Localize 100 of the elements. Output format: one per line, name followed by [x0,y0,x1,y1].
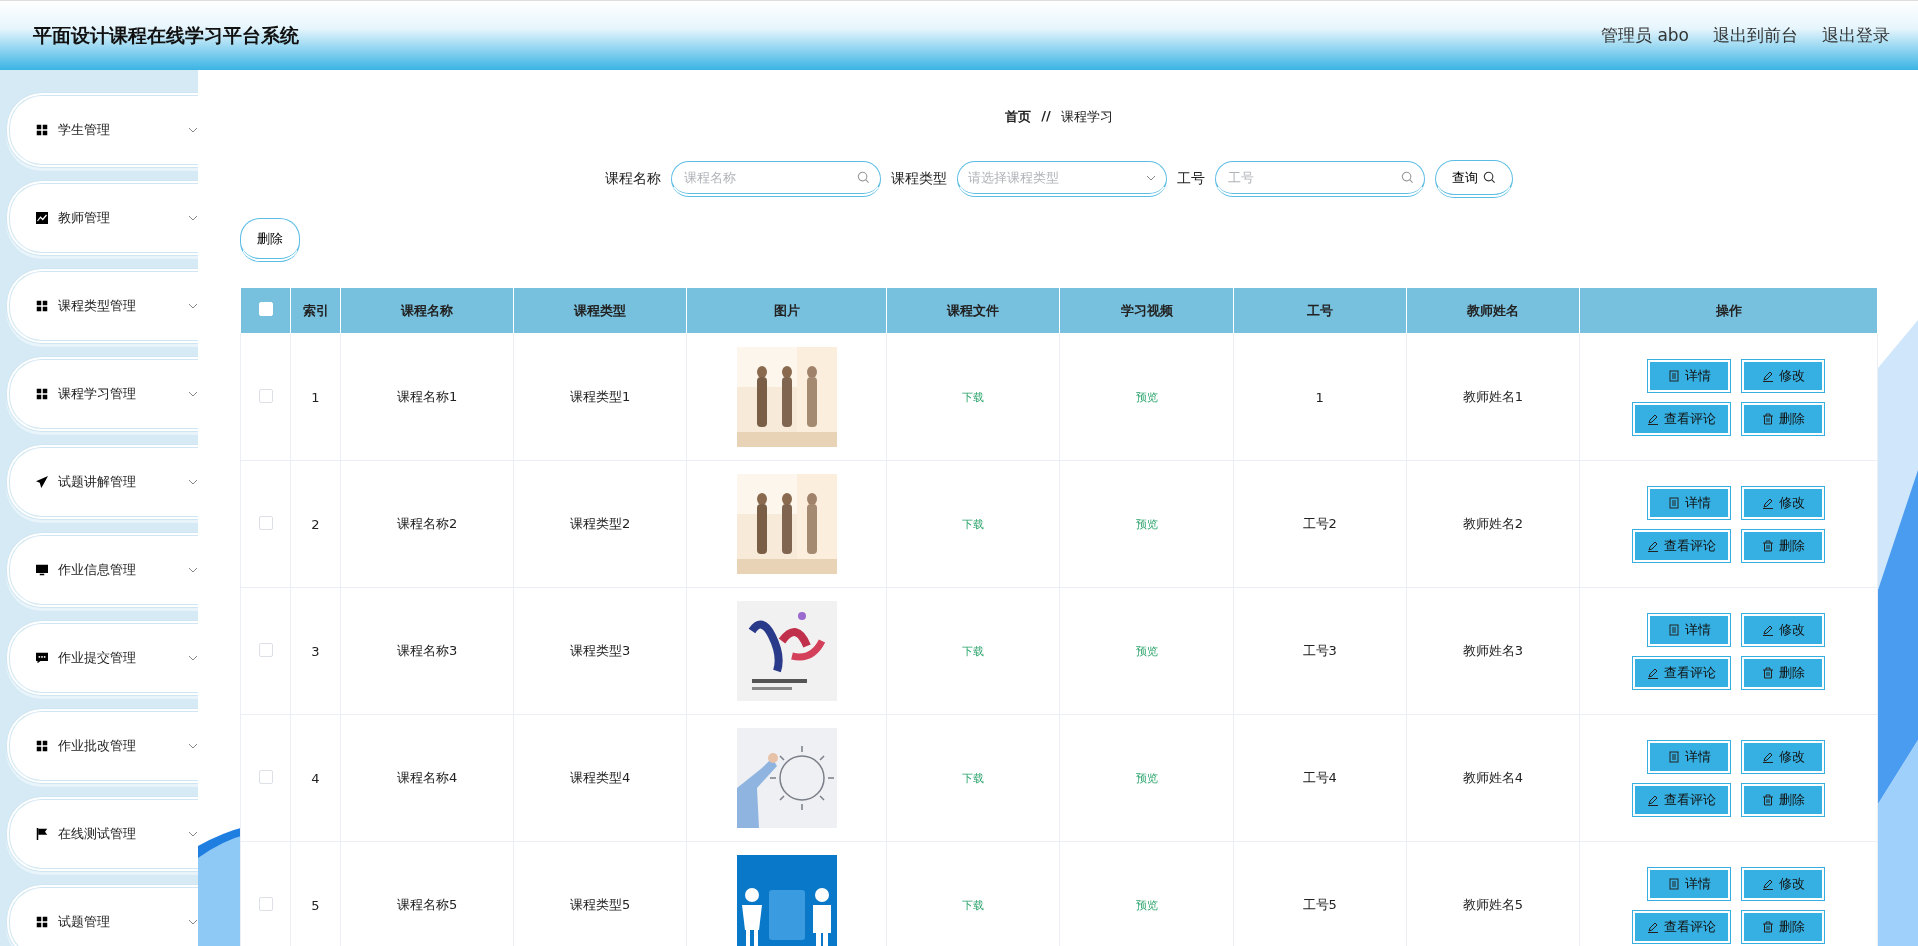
action-button[interactable]: 修改 [1742,613,1824,646]
sidebar-item[interactable]: 教师管理 [6,180,198,256]
select-all-checkbox[interactable] [258,302,273,316]
chevron-down-icon [188,303,198,309]
action-button[interactable]: 查看评论 [1633,402,1730,435]
search-field[interactable]: 课程名称 [671,161,881,197]
column-header: 工号 [1233,288,1407,334]
pen-icon [1761,623,1774,636]
action-button[interactable]: 删除 [1742,656,1824,689]
pen-icon [1647,920,1659,933]
sidebar-item[interactable]: 作业提交管理 [6,620,198,696]
action-button[interactable]: 修改 [1742,486,1824,519]
table-cell: 课程类型3 [513,587,687,715]
monitor-icon [36,564,48,576]
trash-icon [1761,412,1774,425]
document-icon [1667,750,1680,763]
grid-icon [36,300,48,312]
table-cell: 3 [290,587,341,715]
table-cell: 教师姓名2 [1406,460,1580,588]
action-button[interactable]: 修改 [1742,740,1824,773]
table-cell: 工号2 [1233,460,1407,588]
row-checkbox[interactable] [258,515,273,530]
document-icon [1667,623,1680,636]
menu-label: 试题管理 [58,913,111,931]
column-header: 教师姓名 [1406,288,1580,334]
sidebar-item[interactable]: 作业批改管理 [6,708,198,784]
sidebar-item[interactable]: 试题讲解管理 [6,444,198,520]
app-title: 平面设计课程在线学习平台系统 [33,22,299,48]
table-cell: 课程名称3 [340,587,514,715]
trash-icon [1761,920,1774,933]
action-button[interactable]: 删除 [1742,402,1824,435]
sidebar-item[interactable]: 学生管理 [6,92,198,168]
header-link[interactable]: 管理员 abo [1601,24,1689,47]
header-link[interactable]: 退出到前台 [1713,24,1798,47]
trash-icon [1761,666,1774,679]
send-icon [36,476,48,488]
table-cell: 课程名称2 [340,460,514,588]
grid-icon [36,916,48,928]
action-button[interactable]: 修改 [1742,359,1824,392]
menu-label: 教师管理 [58,209,111,227]
chat-icon [36,652,48,664]
table-cell: 4 [290,714,341,842]
trash-icon [1761,793,1774,806]
table-cell: 课程类型1 [513,333,687,461]
row-checkbox[interactable] [258,769,273,784]
menu-label: 作业提交管理 [58,649,137,667]
sidebar-item[interactable]: 作业信息管理 [6,532,198,608]
table-cell: 工号3 [1233,587,1407,715]
action-button[interactable]: 查看评论 [1633,783,1730,816]
action-button[interactable]: 删除 [1742,783,1824,816]
sidebar-item[interactable]: 课程类型管理 [6,268,198,344]
table-cell: 教师姓名3 [1406,587,1580,715]
action-button[interactable]: 查看评论 [1633,656,1730,689]
pen-icon [1761,369,1774,382]
menu-label: 在线测试管理 [58,825,137,843]
chart-icon [36,212,48,224]
sidebar-item[interactable]: 课程学习管理 [6,356,198,432]
sidebar-item[interactable]: 在线测试管理 [6,796,198,872]
chevron-down-icon [188,391,198,397]
pen-icon [1647,793,1659,806]
column-header: 学习视频 [1059,288,1234,334]
row-checkbox[interactable] [258,388,273,403]
header-link[interactable]: 退出登录 [1822,24,1890,47]
search-field[interactable]: 工号 [1215,161,1425,197]
field-label: 工号 [1177,170,1205,188]
action-button[interactable]: 删除 [1742,910,1824,943]
pen-icon [1761,750,1774,763]
action-button[interactable]: 详情 [1648,613,1730,646]
search-icon [1401,171,1414,184]
breadcrumb-home[interactable]: 首页 [1005,108,1032,126]
delete-button[interactable]: 删除 [240,218,300,262]
grid-icon [36,124,48,136]
chevron-down-icon [188,743,198,749]
query-button[interactable]: 查询 [1435,160,1513,198]
column-header: 索引 [290,288,341,334]
action-button[interactable]: 详情 [1648,867,1730,900]
chevron-down-icon [188,567,198,573]
grid-icon [36,740,48,752]
action-button[interactable]: 修改 [1742,867,1824,900]
document-icon [1667,877,1680,890]
action-button[interactable]: 查看评论 [1633,910,1730,943]
chevron-down-icon [188,919,198,925]
action-button[interactable]: 删除 [1742,529,1824,562]
menu-label: 课程学习管理 [58,385,137,403]
action-button[interactable]: 详情 [1648,740,1730,773]
row-checkbox[interactable] [258,642,273,657]
row-checkbox[interactable] [258,896,273,911]
breadcrumb-current: 课程学习 [1060,108,1113,126]
table-cell: 课程名称4 [340,714,514,842]
table-cell: 教师姓名1 [1406,333,1580,461]
menu-label: 作业信息管理 [58,561,137,579]
chevron-down-icon [1146,174,1156,181]
table-cell: 课程类型2 [513,460,687,588]
pen-icon [1647,539,1659,552]
sidebar-item[interactable]: 试题管理 [6,884,198,946]
action-button[interactable]: 查看评论 [1633,529,1730,562]
action-button[interactable]: 详情 [1648,359,1730,392]
action-button[interactable]: 详情 [1648,486,1730,519]
field-label: 课程名称 [605,170,661,188]
chevron-down-icon [188,655,198,661]
